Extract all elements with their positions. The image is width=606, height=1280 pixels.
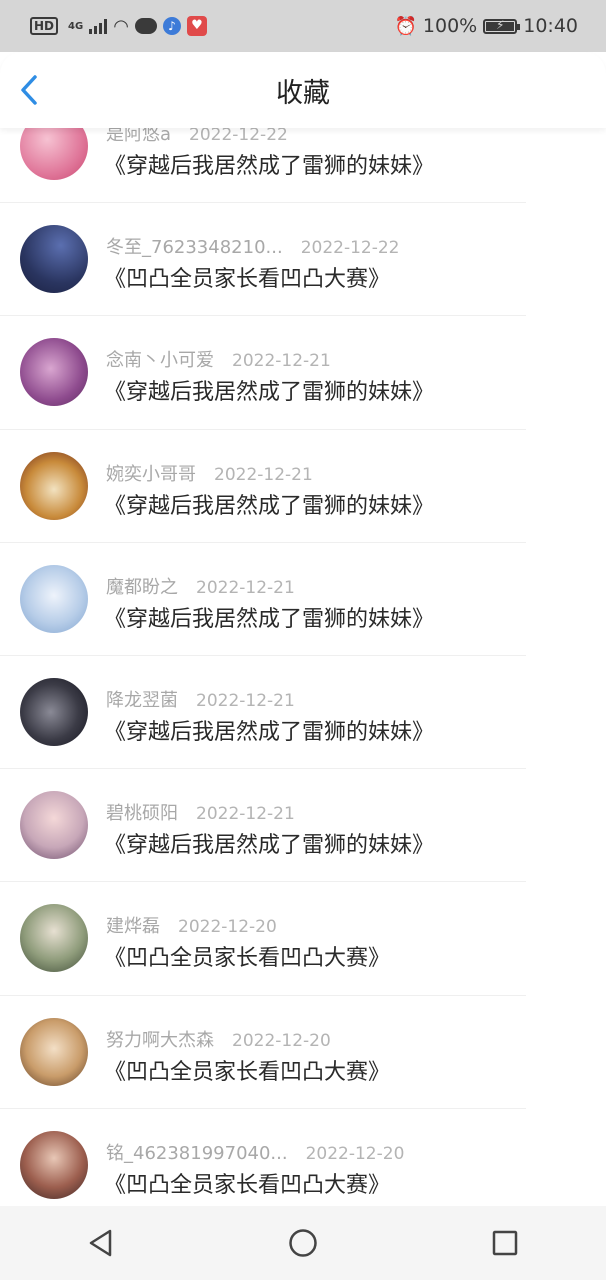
date: 2022-12-21 [232, 351, 331, 372]
date: 2022-12-22 [189, 128, 288, 145]
favorite-meta: 冬至_7623348210... 2022-12-22 [106, 233, 399, 259]
avatar[interactable] [20, 904, 88, 973]
nav-recent-button[interactable] [475, 1213, 535, 1273]
date: 2022-12-20 [232, 1030, 331, 1051]
avatar[interactable] [20, 1017, 88, 1086]
favorite-meta: 念南丶小可爱 2022-12-21 [106, 346, 331, 372]
username[interactable]: 铭_462381997040... [106, 1143, 288, 1164]
story-title[interactable]: 《凹凸全员家长看凹凸大赛》 [104, 261, 390, 293]
status-bar: HD 4G ◠ ♪ ♥ ⏰ 100% ⚡ 10:40 [0, 0, 606, 52]
username[interactable]: 婉奕小哥哥 [106, 464, 196, 485]
avatar[interactable] [20, 791, 88, 860]
square-recent-icon [492, 1230, 518, 1256]
favorite-item[interactable]: 冬至_7623348210... 2022-12-22 《凹凸全员家长看凹凸大赛》 [0, 203, 606, 317]
story-title[interactable]: 《穿越后我居然成了雷狮的妹妹》 [104, 148, 434, 180]
story-title[interactable]: 《凹凸全员家长看凹凸大赛》 [104, 1167, 390, 1199]
story-title[interactable]: 《穿越后我居然成了雷狮的妹妹》 [104, 714, 434, 746]
avatar[interactable] [20, 1130, 88, 1199]
username[interactable]: 冬至_7623348210... [106, 237, 283, 258]
favorite-item[interactable]: 魔都盼之 2022-12-21 《穿越后我居然成了雷狮的妹妹》 [0, 543, 606, 656]
alarm-icon: ⏰ [394, 15, 417, 37]
story-title[interactable]: 《穿越后我居然成了雷狮的妹妹》 [104, 827, 434, 859]
favorites-list[interactable]: 是阿悠a 2022-12-22 《穿越后我居然成了雷狮的妹妹》 冬至_76233482… [0, 128, 606, 1206]
favorite-meta: 降龙翌菌 2022-12-21 [106, 686, 295, 712]
nav-back-button[interactable] [71, 1213, 131, 1273]
favorite-meta: 努力啊大杰森 2022-12-20 [106, 1026, 331, 1052]
avatar[interactable] [20, 451, 88, 520]
date: 2022-12-20 [178, 917, 277, 938]
favorite-item[interactable]: 建烨磊 2022-12-20 《凹凸全员家长看凹凸大赛》 [0, 882, 606, 996]
favorite-item[interactable]: 是阿悠a 2022-12-22 《穿越后我居然成了雷狮的妹妹》 [0, 128, 606, 204]
avatar[interactable] [20, 564, 88, 633]
story-title[interactable]: 《穿越后我居然成了雷狮的妹妹》 [104, 374, 434, 406]
username[interactable]: 降龙翌菌 [106, 690, 178, 711]
hd-badge: HD [30, 17, 59, 35]
triangle-back-icon [89, 1229, 112, 1257]
username[interactable]: 念南丶小可爱 [106, 350, 214, 371]
favorite-meta: 婉奕小哥哥 2022-12-21 [106, 460, 313, 486]
favorite-item[interactable]: 念南丶小可爱 2022-12-21 《穿越后我居然成了雷狮的妹妹》 [0, 316, 606, 430]
date: 2022-12-21 [196, 690, 295, 711]
status-left: HD 4G ◠ ♪ ♥ [30, 16, 207, 37]
red-app-icon: ♥ [186, 16, 207, 36]
favorite-meta: 魔都盼之 2022-12-21 [106, 573, 295, 599]
story-title[interactable]: 《凹凸全员家长看凹凸大赛》 [104, 940, 390, 972]
avatar[interactable] [20, 338, 88, 407]
story-title[interactable]: 《凹凸全员家长看凹凸大赛》 [104, 1054, 390, 1086]
username[interactable]: 建烨磊 [106, 916, 160, 937]
date: 2022-12-22 [300, 238, 400, 259]
favorite-meta: 是阿悠a 2022-12-22 [106, 128, 288, 146]
navigation-bar [0, 1206, 606, 1280]
clock: 10:40 [523, 15, 578, 37]
date: 2022-12-20 [305, 1143, 405, 1164]
story-title[interactable]: 《穿越后我居然成了雷狮的妹妹》 [104, 488, 434, 520]
favorite-item[interactable]: 努力啊大杰森 2022-12-20 《凹凸全员家长看凹凸大赛》 [0, 996, 606, 1109]
avatar[interactable] [20, 128, 88, 180]
avatar[interactable] [20, 677, 88, 746]
wifi-icon: ◠ [113, 15, 129, 37]
page-title: 收藏 [276, 78, 330, 109]
network-type: 4G [68, 20, 84, 32]
avatar[interactable] [20, 225, 88, 294]
username[interactable]: 碧桃硕阳 [106, 803, 178, 824]
date: 2022-12-21 [214, 464, 313, 485]
signal-icon [89, 18, 108, 34]
username[interactable]: 是阿悠a [106, 128, 171, 145]
username[interactable]: 努力啊大杰森 [106, 1030, 214, 1051]
music-app-icon: ♪ [162, 17, 181, 35]
circle-home-icon [289, 1229, 317, 1257]
app-header: 收藏 [0, 52, 606, 128]
favorite-item[interactable]: 婉奕小哥哥 2022-12-21 《穿越后我居然成了雷狮的妹妹》 [0, 430, 606, 543]
favorite-item[interactable]: 碧桃硕阳 2022-12-21 《穿越后我居然成了雷狮的妹妹》 [0, 769, 606, 883]
username[interactable]: 魔都盼之 [106, 577, 178, 598]
favorite-meta: 铭_462381997040... 2022-12-20 [106, 1139, 404, 1165]
status-right: ⏰ 100% ⚡ 10:40 [394, 15, 578, 37]
favorite-item[interactable]: 降龙翌菌 2022-12-21 《穿越后我居然成了雷狮的妹妹》 [0, 656, 606, 770]
date: 2022-12-21 [196, 804, 295, 825]
story-title[interactable]: 《穿越后我居然成了雷狮的妹妹》 [104, 601, 434, 633]
favorite-item[interactable]: 铭_462381997040... 2022-12-20 《凹凸全员家长看凹凸大赛》 [0, 1109, 606, 1206]
favorite-meta: 碧桃硕阳 2022-12-21 [106, 799, 295, 825]
battery-percent: 100% [422, 15, 478, 37]
favorite-meta: 建烨磊 2022-12-20 [106, 912, 277, 938]
wechat-icon [134, 18, 157, 34]
date: 2022-12-21 [196, 577, 295, 598]
battery-icon: ⚡ [483, 18, 521, 34]
nav-home-button[interactable] [273, 1213, 333, 1273]
